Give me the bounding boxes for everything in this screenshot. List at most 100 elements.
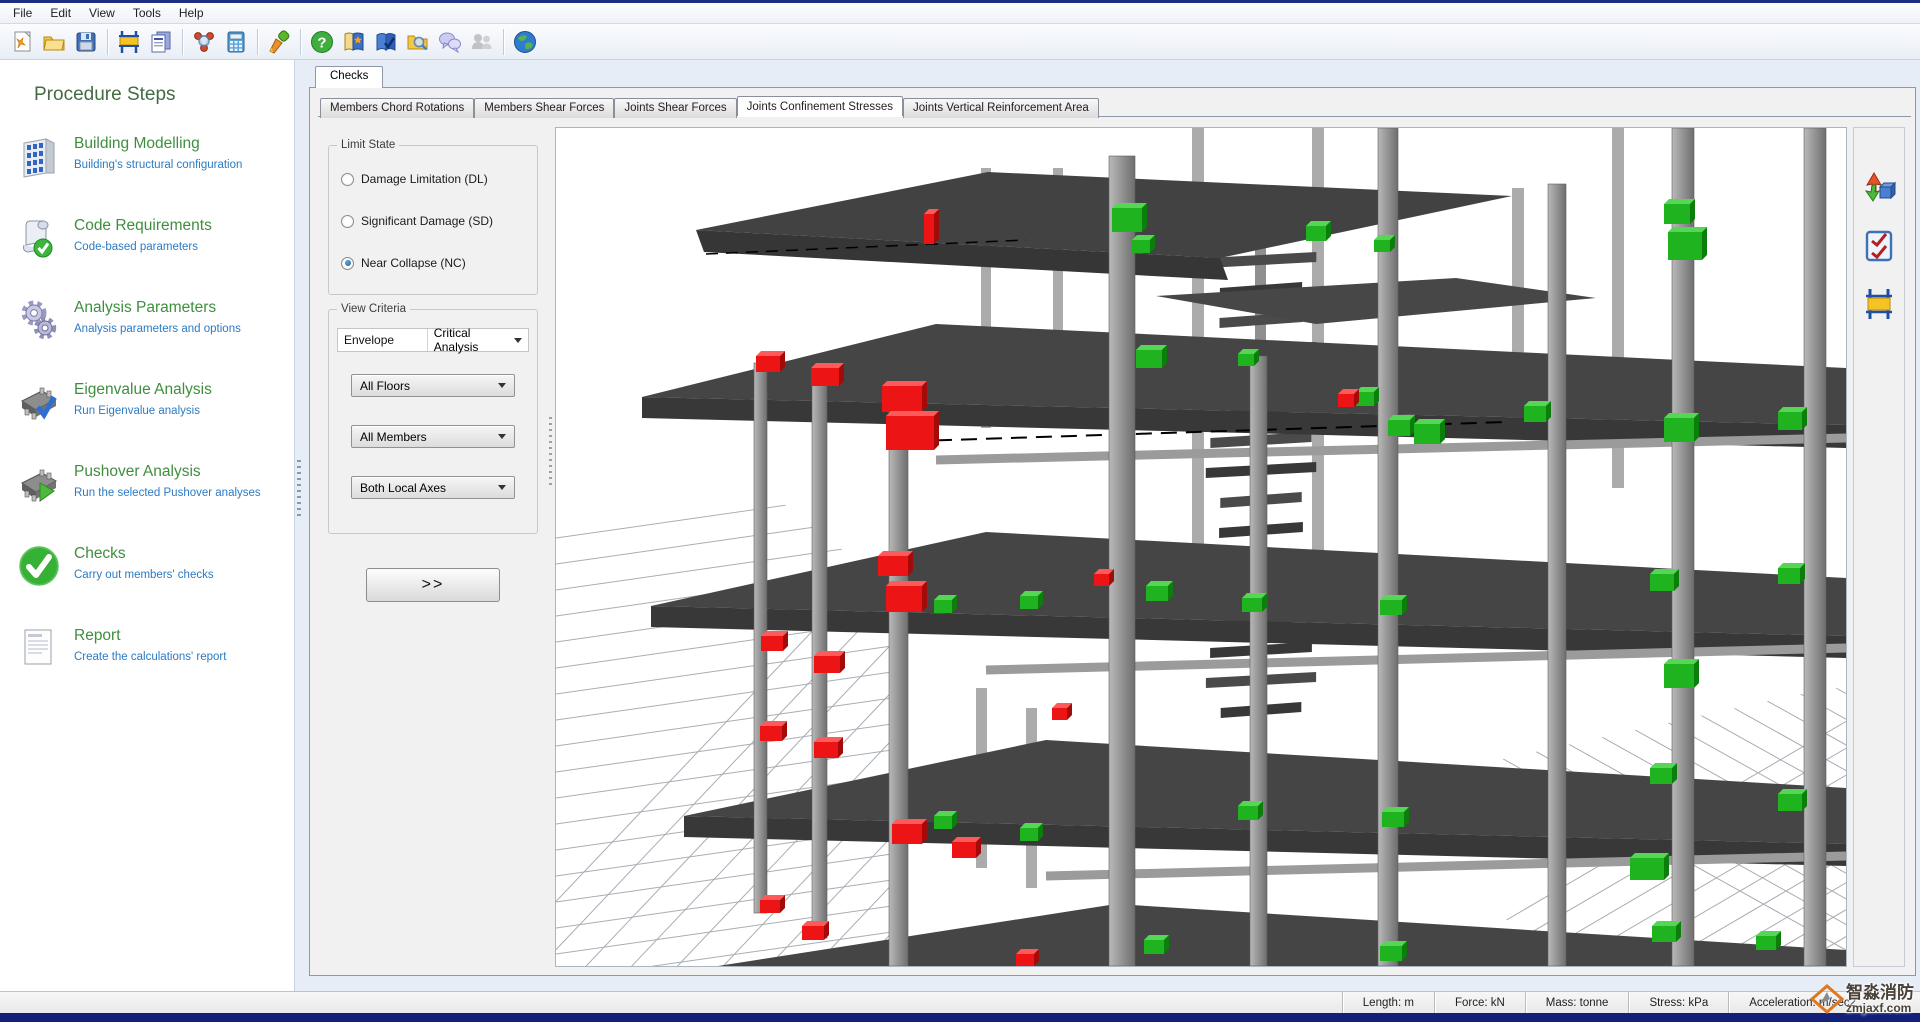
chevron-down-icon <box>498 485 506 490</box>
step-title: Code Requirements <box>74 217 212 234</box>
forum-icon[interactable] <box>466 27 498 57</box>
step-title: Report <box>74 627 121 644</box>
step-title: Pushover Analysis <box>74 463 201 480</box>
menu-edit[interactable]: Edit <box>41 4 80 22</box>
new-file-icon[interactable] <box>6 27 38 57</box>
deformed-shape-icon[interactable] <box>1859 168 1899 208</box>
radio-label: Near Collapse (NC) <box>361 256 466 270</box>
help-icon[interactable]: ? <box>306 27 338 57</box>
sidebar-item-pushover-analysis[interactable]: Pushover Analysis Run the selected Pusho… <box>0 452 294 534</box>
step-title: Analysis Parameters <box>74 299 217 316</box>
sidebar-item-analysis-parameters[interactable]: Analysis Parameters Analysis parameters … <box>0 288 294 370</box>
status-force: Force: kN <box>1433 992 1525 1013</box>
toolbar-separator <box>503 28 504 55</box>
model-3d-icon[interactable] <box>188 27 220 57</box>
search-project-icon[interactable] <box>402 27 434 57</box>
step-title: Eigenvalue Analysis <box>74 381 212 398</box>
toolbar: ? <box>0 24 1920 60</box>
user-manual-icon[interactable] <box>338 27 370 57</box>
radio-circle[interactable] <box>341 256 354 270</box>
sidebar-item-code-requirements[interactable]: Code Requirements Code-based parameters <box>0 206 294 288</box>
envelope-cell: Envelope <box>344 333 395 347</box>
radio-circle[interactable] <box>341 214 354 228</box>
radio-circle[interactable] <box>341 172 354 186</box>
subtab-joints-confinement-stresses[interactable]: Joints Confinement Stresses <box>736 96 904 116</box>
statusbar: Length: m Force: kN Mass: tonne Stress: … <box>0 991 1920 1013</box>
radio-near-collapse[interactable]: Near Collapse (NC) <box>341 256 527 270</box>
menu-tools[interactable]: Tools <box>124 4 170 22</box>
gears-icon <box>16 297 62 343</box>
limit-state-group: Limit State Damage Limitation (DL) Signi… <box>328 139 538 295</box>
tab-checks[interactable]: Checks <box>315 66 384 88</box>
building-3d-scene <box>556 128 1846 966</box>
subtab-joints-shear-forces[interactable]: Joints Shear Forces <box>614 98 737 118</box>
step-subtitle: Create the calculations' report <box>74 651 227 663</box>
step-subtitle: Run Eigenvalue analysis <box>74 405 200 417</box>
panel-splitter[interactable] <box>546 117 555 972</box>
step-subtitle: Run the selected Pushover analyses <box>74 487 261 499</box>
menu-help[interactable]: Help <box>170 4 213 22</box>
toolbar-separator <box>182 28 183 55</box>
chevron-down-icon <box>498 383 506 388</box>
floors-select[interactable]: All Floors <box>351 374 515 397</box>
joints-confinement-page: Limit State Damage Limitation (DL) Signi… <box>318 116 1911 972</box>
chevron-down-icon <box>514 337 522 343</box>
code-scroll-icon <box>16 215 62 261</box>
check-circle-icon <box>16 543 62 589</box>
svg-text:?: ? <box>317 34 326 51</box>
view-criteria-group: View Criteria Envelope Critical Analysis… <box>328 303 538 534</box>
menu-view[interactable]: View <box>80 4 124 22</box>
analysis-select[interactable]: Critical Analysis <box>426 326 528 354</box>
feedback-icon[interactable] <box>434 27 466 57</box>
radio-damage-limitation[interactable]: Damage Limitation (DL) <box>341 172 527 186</box>
verification-icon[interactable] <box>370 27 402 57</box>
menubar: File Edit View Tools Help <box>0 3 1920 24</box>
checks-tabpage: Members Chord Rotations Members Shear Fo… <box>309 87 1916 976</box>
window-bottom-edge <box>0 1013 1920 1022</box>
splitter-grip <box>297 460 302 520</box>
toolbar-separator <box>300 28 301 55</box>
sidebar-item-report[interactable]: Report Create the calculations' report <box>0 616 294 698</box>
model-3d-viewport[interactable] <box>555 127 1847 967</box>
step-subtitle: Carry out members' checks <box>74 569 214 581</box>
status-length: Length: m <box>1341 992 1434 1013</box>
building-icon <box>16 133 62 179</box>
step-subtitle: Code-based parameters <box>74 241 199 253</box>
calculator-icon[interactable] <box>220 27 252 57</box>
status-mass: Mass: tonne <box>1524 992 1629 1013</box>
website-icon[interactable] <box>509 27 541 57</box>
members-select[interactable]: All Members <box>351 425 515 448</box>
axes-select[interactable]: Both Local Axes <box>351 476 515 499</box>
analysis-select-value: Critical Analysis <box>433 326 479 354</box>
subtab-members-shear-forces[interactable]: Members Shear Forces <box>474 98 615 118</box>
radio-label: Damage Limitation (DL) <box>361 172 488 186</box>
sidebar-heading: Procedure Steps <box>34 84 176 105</box>
step-title: Building Modelling <box>74 135 200 152</box>
subtab-joints-vertical-reinforcement-area[interactable]: Joints Vertical Reinforcement Area <box>903 98 1099 118</box>
sidebar-item-checks[interactable]: Checks Carry out members' checks <box>0 534 294 616</box>
open-project-icon[interactable] <box>38 27 70 57</box>
toolbar-separator <box>107 28 108 55</box>
watermark-logo-icon <box>1809 984 1845 1014</box>
radio-label: Significant Damage (SD) <box>361 214 494 228</box>
apply-button[interactable]: >> <box>366 568 500 602</box>
watermark: 智淼消防 zmjaxf.com <box>1808 982 1914 1016</box>
status-stress: Stress: kPa <box>1628 992 1728 1013</box>
menu-file[interactable]: File <box>4 4 41 22</box>
frame-view-icon[interactable] <box>113 27 145 57</box>
save-icon[interactable] <box>70 27 102 57</box>
frame-section-icon[interactable] <box>1859 284 1899 324</box>
radio-significant-damage[interactable]: Significant Damage (SD) <box>341 214 527 228</box>
sidebar-item-building-modelling[interactable]: Building Modelling Building's structural… <box>0 124 294 206</box>
sidebar-item-eigenvalue-analysis[interactable]: Eigenvalue Analysis Run Eigenvalue analy… <box>0 370 294 452</box>
subtab-members-chord-rotations[interactable]: Members Chord Rotations <box>320 98 475 118</box>
report-icon[interactable] <box>145 27 177 57</box>
floors-select-value: All Floors <box>360 378 411 393</box>
procedure-steps-panel: Procedure Steps Building Modelling Build… <box>0 60 296 994</box>
watermark-url: zmjaxf.com <box>1846 1000 1912 1015</box>
sidebar-splitter[interactable] <box>295 60 303 994</box>
display-style-icon[interactable] <box>263 27 295 57</box>
active-checks-icon[interactable] <box>1859 226 1899 266</box>
report-page-icon <box>16 625 62 671</box>
step-title: Checks <box>74 545 126 562</box>
